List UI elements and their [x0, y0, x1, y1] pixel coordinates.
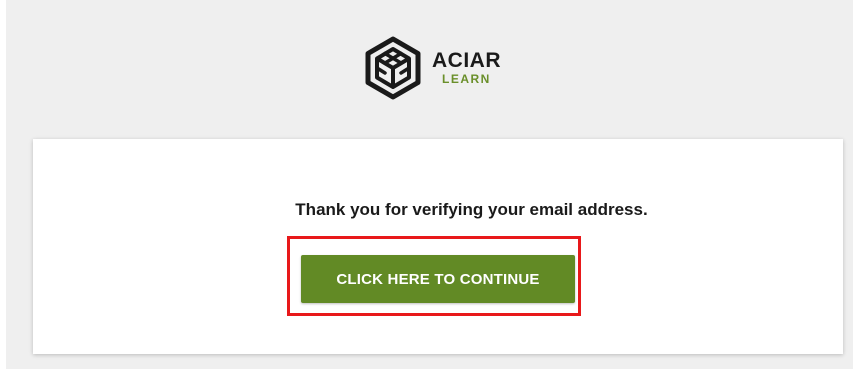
verification-message: Thank you for verifying your email addre…: [295, 200, 648, 219]
aciar-learn-logo: ACIAR LEARN: [362, 36, 522, 102]
verification-card: Thank you for verifying your email addre…: [33, 139, 843, 354]
continue-button[interactable]: CLICK HERE TO CONTINUE: [301, 255, 575, 303]
hexagon-knot-icon: [365, 36, 421, 100]
logo-brand-subtitle: LEARN: [442, 72, 491, 86]
logo-brand-name: ACIAR: [432, 49, 501, 72]
